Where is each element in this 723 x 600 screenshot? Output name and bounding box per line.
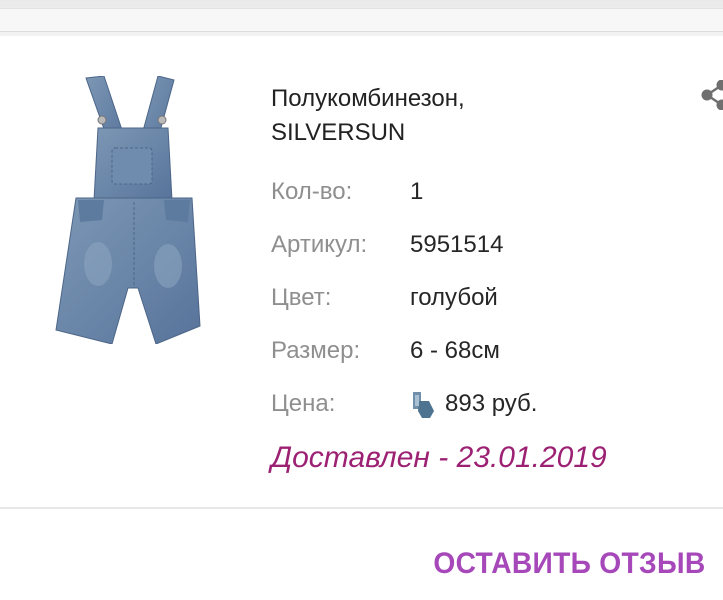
quantity-value: 1: [410, 178, 424, 205]
price-value: 893 руб.: [445, 390, 538, 417]
color-label: Цвет:: [271, 284, 332, 311]
color-value: голубой: [410, 284, 498, 311]
share-icon[interactable]: [698, 80, 723, 110]
leave-review-button[interactable]: ОСТАВИТЬ ОТЗЫВ: [433, 544, 705, 584]
article-label: Артикул:: [271, 231, 368, 258]
order-item-card: Полукомбинезон, SILVERSUN Кол-во: 1 Арти…: [0, 36, 723, 600]
size-label: Размер:: [271, 337, 361, 364]
article-value: 5951514: [410, 231, 504, 258]
bonus-coin-icon: [413, 392, 434, 418]
product-image[interactable]: [48, 76, 220, 344]
size-value: 6 - 68см: [410, 337, 500, 364]
divider: [0, 507, 723, 509]
delivery-status: Доставлен - 23.01.2019: [271, 441, 607, 474]
product-title[interactable]: Полукомбинезон, SILVERSUN: [271, 82, 671, 150]
previous-card-edge: [0, 0, 723, 36]
quantity-label: Кол-во:: [271, 178, 353, 205]
price-value-wrap: 893 руб.: [410, 387, 537, 421]
product-title-line2: SILVERSUN: [271, 119, 406, 146]
price-label: Цена:: [271, 390, 336, 417]
product-title-line1: Полукомбинезон,: [271, 85, 465, 112]
